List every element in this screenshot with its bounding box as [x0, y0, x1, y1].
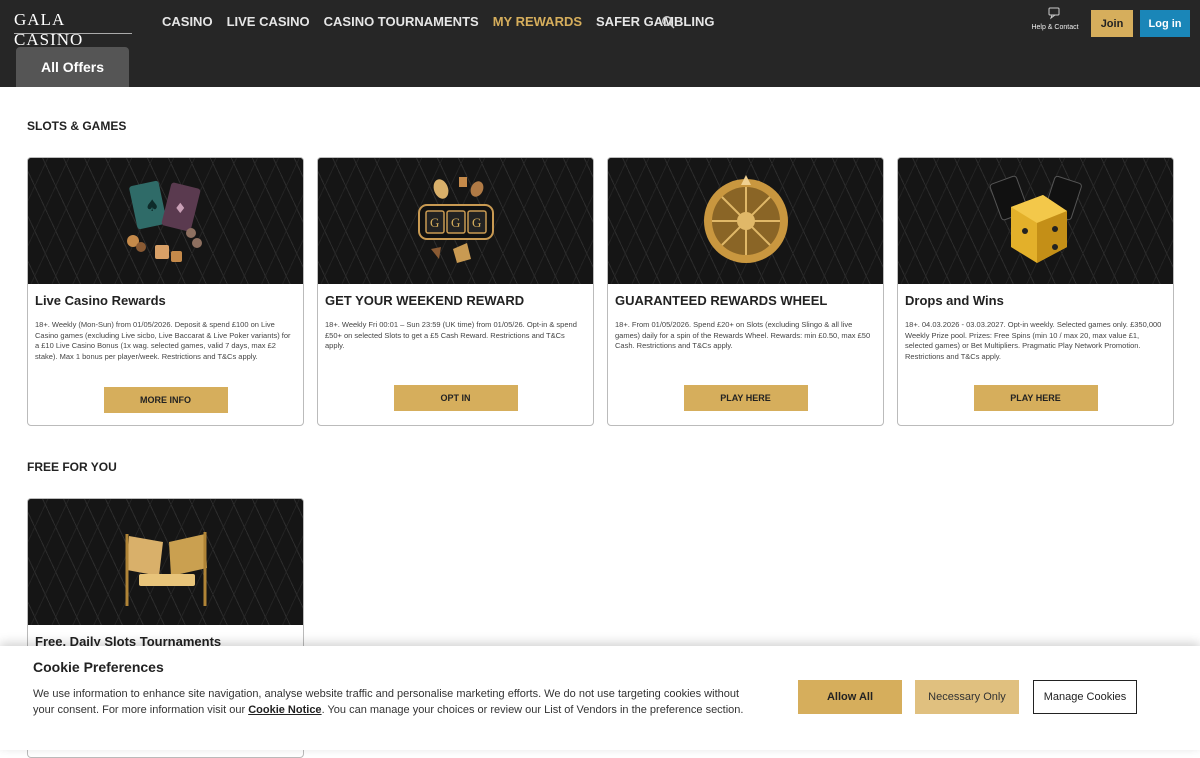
svg-text:G: G: [472, 215, 481, 230]
offer-card-image: [608, 158, 883, 284]
cookie-text-after: . You can manage your choices or review …: [321, 704, 744, 716]
offer-card-title: GUARANTEED REWARDS WHEEL: [615, 293, 828, 308]
offer-card-title: Drops and Wins: [905, 293, 1004, 308]
svg-text:♦: ♦: [174, 201, 187, 217]
main-nav: CASINO LIVE CASINO CASINO TOURNAMENTS MY…: [162, 14, 714, 29]
offer-card-title: Live Casino Rewards: [35, 293, 166, 308]
nav-safer-gambling[interactable]: SAFER GAMBLING: [596, 14, 714, 29]
more-info-button[interactable]: MORE INFO: [103, 387, 228, 413]
nav-live-casino[interactable]: LIVE CASINO: [227, 14, 310, 29]
offer-card-drops-and-wins: Drops and Wins 18+. 04.03.2026 - 03.03.2…: [897, 157, 1174, 426]
allow-all-button[interactable]: Allow All: [798, 680, 902, 714]
help-chat-icon: [1048, 7, 1060, 20]
help-contact-link[interactable]: Help & Contact: [1026, 6, 1084, 31]
svg-text:♠: ♠: [145, 196, 159, 215]
offer-card-title: GET YOUR WEEKEND REWARD: [325, 293, 525, 308]
join-button[interactable]: Join: [1091, 10, 1133, 37]
nav-my-rewards[interactable]: MY REWARDS: [493, 14, 582, 29]
offer-card-image: ♠ ♦: [28, 158, 303, 284]
cookie-notice-link[interactable]: Cookie Notice: [248, 704, 321, 716]
gala-casino-logo[interactable]: GALA CASINO: [14, 10, 132, 49]
cookie-banner: Cookie Preferences We use information to…: [0, 646, 1200, 750]
cookie-title: Cookie Preferences: [33, 659, 164, 675]
offer-card-terms: 18+. Weekly Fri 00:01 – Sun 23:59 (UK ti…: [325, 320, 577, 350]
tab-all-offers[interactable]: All Offers: [16, 47, 129, 87]
flags-icon: [125, 532, 207, 606]
nav-casino[interactable]: CASINO: [162, 14, 213, 29]
cookie-text: We use information to enhance site navig…: [33, 686, 763, 718]
play-here-button[interactable]: PLAY HERE: [683, 385, 808, 411]
help-contact-label: Help & Contact: [1031, 24, 1079, 31]
play-here-button[interactable]: PLAY HERE: [973, 385, 1098, 411]
offer-card-image: [898, 158, 1173, 284]
rewards-wheel-icon: [703, 175, 788, 263]
nav-casino-tournaments[interactable]: CASINO TOURNAMENTS: [324, 14, 479, 29]
dice-icon: [989, 175, 1082, 263]
slot-reels-icon: G G G: [417, 177, 494, 263]
top-bar: GALA CASINO CASINO LIVE CASINO CASINO TO…: [0, 0, 1200, 87]
necessary-only-button[interactable]: Necessary Only: [915, 680, 1019, 714]
manage-cookies-button[interactable]: Manage Cookies: [1033, 680, 1137, 714]
offer-card-image: [28, 499, 303, 625]
opt-in-button[interactable]: OPT IN: [393, 385, 518, 411]
offer-card-live-casino-rewards: ♠ ♦ Live Casino Rewards 18+. Weekly (Mon…: [27, 157, 304, 426]
section-title-slots-games: SLOTS & GAMES: [27, 119, 127, 133]
offer-card-weekend-reward: G G G GET YOUR WEEKEND REWARD 18+. Weekl…: [317, 157, 594, 426]
section-title-free-for-you: FREE FOR YOU: [27, 460, 117, 474]
svg-text:G: G: [430, 215, 439, 230]
cards-chips-icon: ♠ ♦: [126, 180, 202, 262]
offer-card-rewards-wheel: GUARANTEED REWARDS WHEEL 18+. From 01/05…: [607, 157, 884, 426]
svg-text:G: G: [451, 215, 460, 230]
search-icon[interactable]: [661, 15, 675, 29]
offer-card-terms: 18+. Weekly (Mon-Sun) from 01/05/2026. D…: [35, 320, 291, 361]
login-button[interactable]: Log in: [1140, 10, 1190, 37]
offer-card-image: G G G: [318, 158, 593, 284]
offer-card-terms: 18+. From 01/05/2026. Spend £20+ on Slot…: [615, 320, 871, 350]
offer-card-terms: 18+. 04.03.2026 - 03.03.2027. Opt-in wee…: [905, 320, 1162, 361]
